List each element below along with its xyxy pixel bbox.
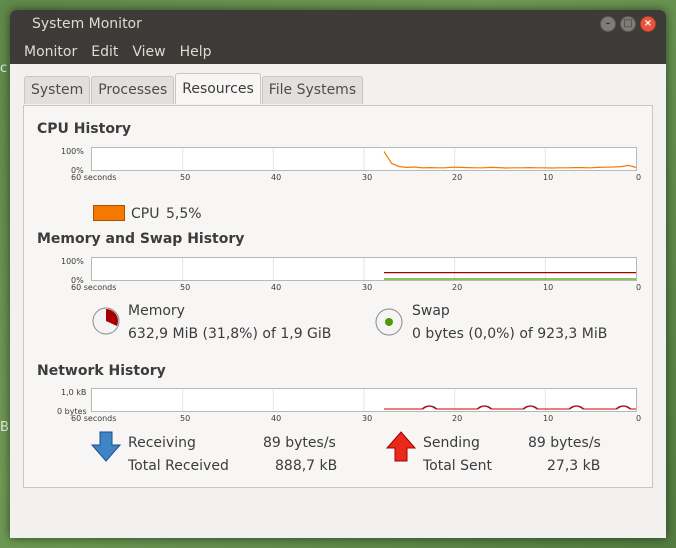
- sending-label: Sending: [423, 435, 480, 451]
- swap-pie-icon[interactable]: [374, 307, 404, 337]
- maximize-icon[interactable]: □: [620, 16, 636, 32]
- cpu-x-tick-label: 40: [271, 173, 282, 182]
- cpu-graph: [91, 147, 637, 171]
- resources-panel: CPU History 100% 0% 60 seconds 50 40 30 20 10…: [23, 105, 653, 488]
- sending-series-line: [384, 405, 636, 410]
- network-x-tick-label: 40: [271, 414, 282, 423]
- minimize-icon[interactable]: –: [600, 16, 616, 32]
- tab-bar: System Processes Resources File Systems: [24, 73, 364, 104]
- network-x-tick-label: 10: [543, 414, 554, 423]
- network-y-top-label: 1,0 kB: [61, 388, 87, 397]
- menu-monitor[interactable]: Monitor: [17, 44, 84, 60]
- cpu-graph-plot: [182, 148, 636, 170]
- cpu-series-line: [383, 151, 636, 169]
- network-x-tick-label: 60 seconds: [71, 414, 117, 423]
- network-x-tick-label: 20: [452, 414, 463, 423]
- memory-x-tick-label: 50: [180, 283, 191, 292]
- tab-processes[interactable]: Processes: [91, 76, 175, 104]
- desktop-text: B: [0, 420, 9, 435]
- cpu-x-tick-label: 30: [362, 173, 373, 182]
- memory-x-tick-label: 60 seconds: [71, 283, 117, 292]
- network-x-tick-label: 0: [636, 414, 642, 423]
- window-controls: – □ ×: [600, 16, 656, 32]
- cpu-x-tick-label: 20: [452, 173, 463, 182]
- cpu-y-top-label: 100%: [61, 147, 84, 156]
- total-received-label: Total Received: [128, 458, 229, 474]
- cpu-usage-value: 5,5%: [166, 206, 202, 222]
- swap-pie-dot: [385, 318, 393, 326]
- cpu-x-tick-label: 50: [180, 173, 191, 182]
- receiving-rate: 89 bytes/s: [263, 435, 336, 451]
- memory-y-top-label: 100%: [61, 257, 84, 266]
- memory-label: Memory: [128, 303, 185, 319]
- network-graph: [91, 388, 637, 412]
- cpu-x-tick-label: 0: [636, 173, 642, 182]
- network-x-tick-label: 50: [180, 414, 191, 423]
- memory-history-title: Memory and Swap History: [37, 231, 245, 247]
- menu-edit[interactable]: Edit: [84, 44, 125, 60]
- cpu-history-title: CPU History: [37, 121, 131, 137]
- sending-rate: 89 bytes/s: [528, 435, 601, 451]
- total-received-value: 888,7 kB: [275, 458, 338, 474]
- system-monitor-window: System Monitor – □ × Monitor Edit View H…: [10, 10, 666, 538]
- cpu-color-swatch[interactable]: [93, 205, 125, 221]
- window-title: System Monitor: [32, 16, 142, 32]
- tab-system[interactable]: System: [24, 76, 91, 104]
- title-bar[interactable]: System Monitor – □ ×: [10, 10, 666, 40]
- cpu-legend-label: CPU: [131, 206, 160, 222]
- menu-help[interactable]: Help: [173, 44, 219, 60]
- network-x-tick-label: 30: [362, 414, 373, 423]
- network-history-title: Network History: [37, 363, 166, 379]
- cpu-x-tick-label: 60 seconds: [71, 173, 117, 182]
- memory-x-tick-label: 30: [362, 283, 373, 292]
- memory-x-tick-label: 20: [452, 283, 463, 292]
- memory-x-tick-label: 10: [543, 283, 554, 292]
- menu-view[interactable]: View: [125, 44, 172, 60]
- sending-arrow-icon[interactable]: [386, 431, 416, 463]
- network-graph-plot: [182, 389, 636, 411]
- menu-bar: Monitor Edit View Help: [10, 40, 666, 64]
- total-sent-value: 27,3 kB: [547, 458, 601, 474]
- swap-label: Swap: [412, 303, 450, 319]
- desktop-text: c: [0, 61, 8, 76]
- receiving-arrow-icon[interactable]: [91, 431, 121, 463]
- cpu-x-tick-label: 10: [543, 173, 554, 182]
- memory-graph: [91, 257, 637, 281]
- memory-usage-value: 632,9 MiB (31,8%) of 1,9 GiB: [128, 326, 332, 342]
- total-sent-label: Total Sent: [423, 458, 493, 474]
- memory-x-tick-label: 0: [636, 283, 642, 292]
- memory-pie-icon[interactable]: [91, 306, 121, 336]
- swap-usage-value: 0 bytes (0,0%) of 923,3 MiB: [412, 326, 608, 342]
- receiving-label: Receiving: [128, 435, 196, 451]
- close-icon[interactable]: ×: [640, 16, 656, 32]
- memory-x-tick-label: 40: [271, 283, 282, 292]
- memory-graph-plot: [182, 258, 636, 280]
- tab-file-systems[interactable]: File Systems: [261, 76, 364, 104]
- tab-resources[interactable]: Resources: [175, 73, 261, 104]
